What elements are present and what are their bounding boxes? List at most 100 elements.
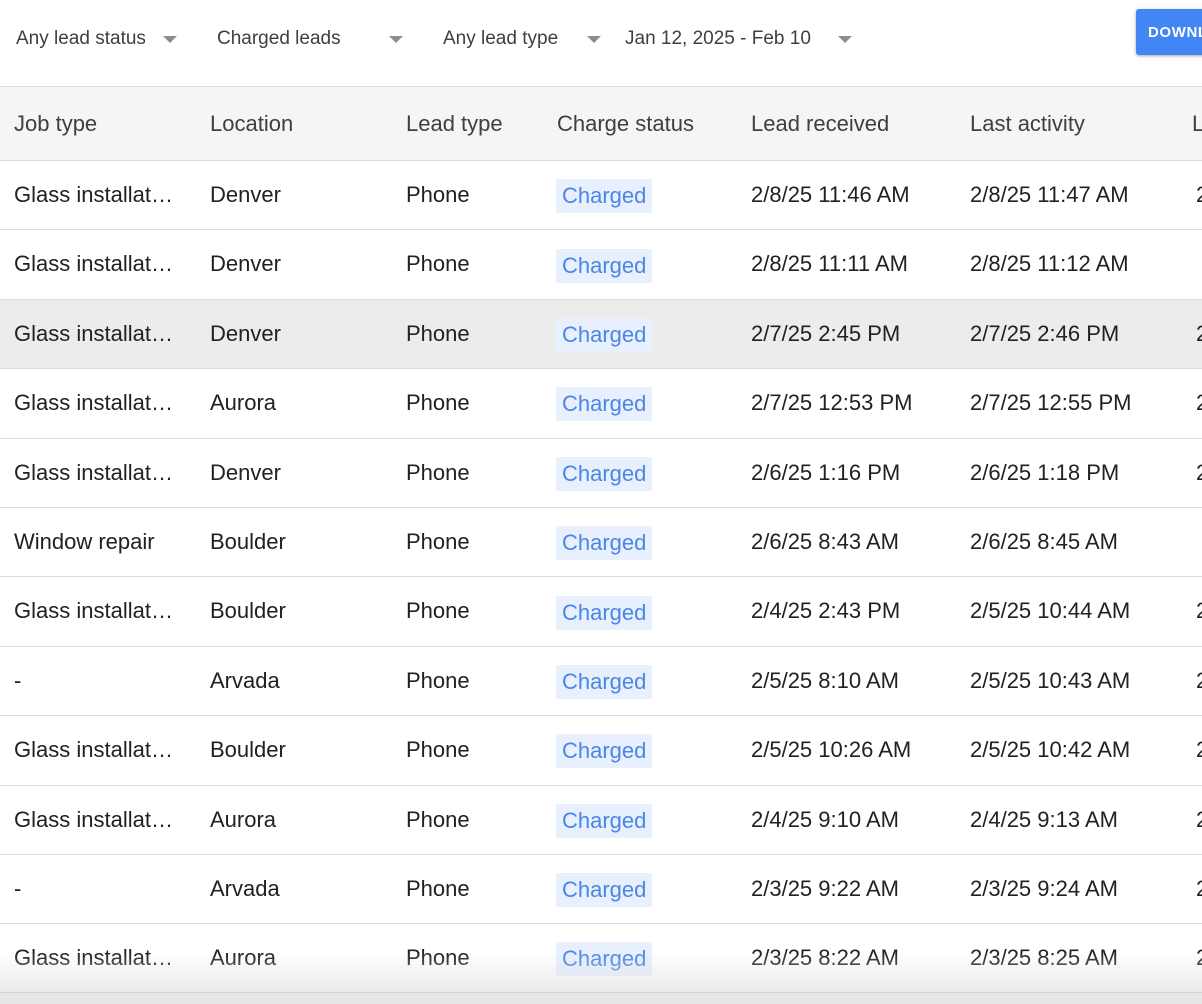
cell-location: Boulder	[210, 737, 286, 763]
cell-lead-type: Phone	[406, 667, 470, 693]
cell-lead-received: 2/4/25 2:43 PM	[751, 598, 901, 624]
cell-last-activity: 2/5/25 10:42 AM	[970, 737, 1131, 763]
table-row[interactable]: Glass installation Aurora Phone Charged 2/7/…	[0, 369, 1202, 439]
cell-location: Aurora	[210, 806, 277, 832]
charge-status-badge: Charged	[556, 595, 653, 630]
table-row[interactable]: Glass installation Denver Phone Charged 2/8/…	[0, 161, 1202, 231]
cell-job-type: Glass installation	[14, 806, 174, 832]
charge-status-badge: Charged	[556, 526, 653, 561]
cell-charge-status: Charged	[556, 716, 653, 784]
cell-location: Denver	[210, 459, 281, 485]
cell-lead-type: Phone	[406, 182, 470, 207]
cell-lead-received: 2/6/25 1:16 PM	[751, 459, 901, 485]
cell-last-activity: 2/3/25 8:25 AM	[970, 945, 1118, 971]
cell-truncated: 2	[1196, 300, 1202, 368]
cell-lead-received: 2/3/25 8:22 AM	[751, 945, 899, 971]
cell-charge-status: Charged	[556, 786, 653, 854]
charge-status-badge: Charged	[556, 873, 653, 908]
cell-truncated: 2	[1196, 369, 1202, 437]
cell-location: Denver	[210, 320, 281, 346]
cell-last-activity: 2/8/25 11:47 AM	[970, 182, 1129, 207]
cell-location: Boulder	[210, 528, 286, 554]
date-range-value: Jan 12, 2025 - Feb 10	[625, 28, 811, 49]
table-row[interactable]: Glass installation Denver Phone Charged 2/7/…	[0, 299, 1202, 370]
charge-status-badge: Charged	[556, 942, 653, 977]
lead-status-dropdown[interactable]: Any lead status	[16, 24, 186, 54]
cell-location: Aurora	[210, 945, 277, 971]
cell-lead-received: 2/7/25 2:45 PM	[751, 320, 901, 346]
cell-job-type: -	[14, 875, 22, 901]
chevron-down-icon	[587, 36, 601, 43]
cell-job-type: Glass installation	[14, 459, 174, 485]
charge-status-badge: Charged	[556, 803, 653, 838]
table-row[interactable]: - Arvada Phone Charged 2/5/25 8:10 AM 2/5/25 …	[0, 647, 1202, 717]
table-row[interactable]: - Arvada Phone Charged 2/3/25 9:22 AM 2/3/25 …	[0, 855, 1202, 925]
download-button[interactable]: DOWNLOAD	[1136, 9, 1202, 55]
cell-charge-status: Charged	[556, 300, 653, 368]
column-header-lead-received[interactable]: Lead received	[751, 87, 889, 162]
lead-status-value: Any lead status	[16, 28, 146, 49]
table-header: Job type Location Lead type Charge statu…	[0, 86, 1202, 161]
horizontal-scrollbar[interactable]	[0, 992, 1202, 1004]
column-header-charge-status[interactable]: Charge status	[557, 87, 694, 162]
cell-charge-status: Charged	[556, 508, 653, 576]
table-row[interactable]: Glass installation Denver Phone Charged 2/6/…	[0, 439, 1202, 508]
charge-status-badge: Charged	[556, 456, 653, 491]
table-body: Glass installation Denver Phone Charged 2/8/…	[0, 161, 1202, 994]
chevron-down-icon	[838, 36, 852, 43]
column-header-lead-type[interactable]: Lead type	[406, 87, 503, 162]
table-row[interactable]: Glass installation Denver Phone Charged 2/8/…	[0, 230, 1202, 300]
cell-lead-type: Phone	[406, 459, 470, 485]
charge-status-badge: Charged	[556, 387, 653, 422]
column-header-job-type[interactable]: Job type	[14, 87, 97, 162]
cell-charge-status: Charged	[556, 855, 653, 923]
column-header-last-activity[interactable]: Last activity	[970, 87, 1085, 162]
cell-last-activity: 2/3/25 9:24 AM	[970, 875, 1118, 901]
cell-lead-received: 2/8/25 11:11 AM	[751, 251, 908, 277]
charge-status-badge: Charged	[556, 734, 653, 769]
cell-charge-status: Charged	[556, 439, 653, 507]
table-row[interactable]: Window repair Boulder Phone Charged 2/6/25 8…	[0, 508, 1202, 578]
column-header-truncated[interactable]: L	[1192, 87, 1202, 162]
filter-toolbar: Any lead status Charged leads Any lead t…	[0, 0, 1202, 86]
cell-truncated: 2	[1196, 647, 1202, 715]
table-row[interactable]: Glass installation Boulder Phone Charged 2/5…	[0, 716, 1202, 786]
cell-charge-status: Charged	[556, 577, 653, 645]
date-range-dropdown[interactable]: Jan 12, 2025 - Feb 10	[625, 24, 860, 54]
cell-location: Aurora	[210, 390, 277, 416]
cell-job-type: Glass installation	[14, 598, 174, 624]
cell-last-activity: 2/8/25 11:12 AM	[970, 251, 1129, 277]
charge-status-badge: Charged	[556, 179, 653, 214]
lead-type-dropdown[interactable]: Any lead type	[443, 24, 608, 54]
cell-job-type: Glass installation	[14, 182, 174, 207]
column-header-location[interactable]: Location	[210, 87, 293, 162]
cell-truncated: 2	[1196, 924, 1202, 992]
table-row[interactable]: Glass installation Aurora Phone Charged 2/4/…	[0, 786, 1202, 855]
cell-lead-received: 2/5/25 8:10 AM	[751, 667, 899, 693]
cell-last-activity: 2/5/25 10:44 AM	[970, 598, 1131, 624]
chevron-down-icon	[163, 36, 177, 43]
cell-location: Arvada	[210, 667, 280, 693]
cell-job-type: -	[14, 667, 22, 693]
cell-location: Boulder	[210, 598, 286, 624]
charge-filter-dropdown[interactable]: Charged leads	[217, 24, 412, 54]
cell-truncated: 2	[1196, 855, 1202, 923]
cell-location: Denver	[210, 251, 281, 277]
charge-status-badge: Charged	[556, 664, 653, 699]
cell-last-activity: 2/7/25 2:46 PM	[970, 320, 1120, 346]
lead-type-value: Any lead type	[443, 28, 559, 49]
cell-lead-type: Phone	[406, 528, 470, 554]
charge-filter-value: Charged leads	[217, 28, 341, 49]
cell-job-type: Glass installation	[14, 390, 174, 416]
cell-lead-received: 2/6/25 8:43 AM	[751, 528, 899, 554]
leads-table: Job type Location Lead type Charge statu…	[0, 86, 1202, 994]
cell-lead-received: 2/3/25 9:22 AM	[751, 875, 899, 901]
cell-truncated: 2	[1196, 577, 1202, 645]
cell-lead-type: Phone	[406, 390, 470, 416]
cell-job-type: Glass installation	[14, 945, 174, 971]
cell-last-activity: 2/6/25 1:18 PM	[970, 459, 1120, 485]
cell-last-activity: 2/7/25 12:55 PM	[970, 390, 1132, 416]
table-row[interactable]: Glass installation Boulder Phone Charged 2/4…	[0, 577, 1202, 647]
cell-truncated: 2	[1196, 161, 1202, 229]
table-row[interactable]: Glass installation Aurora Phone Charged 2/3/…	[0, 924, 1202, 994]
